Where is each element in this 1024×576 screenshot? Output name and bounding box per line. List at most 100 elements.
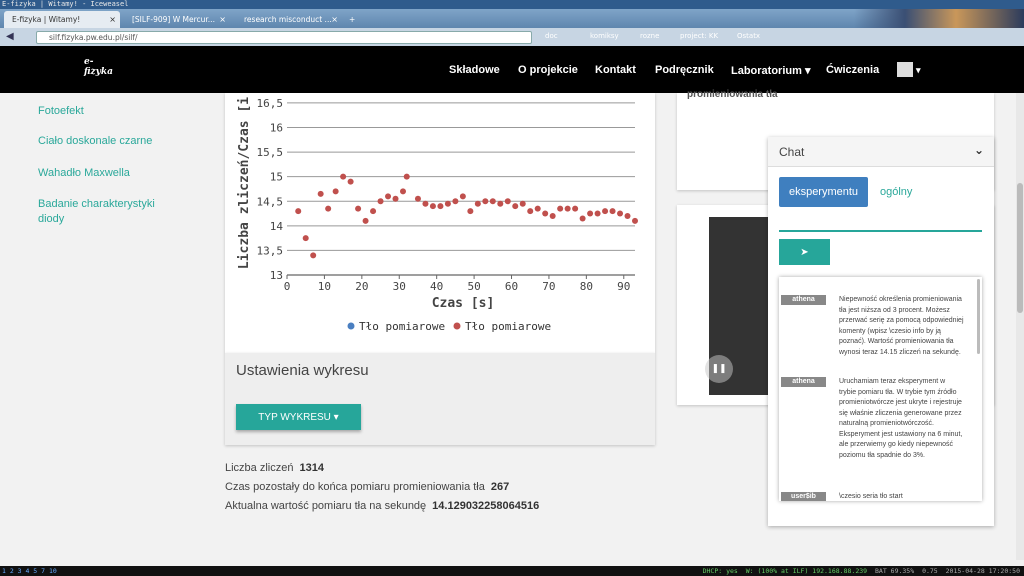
page-scrollbar[interactable] [1016, 93, 1024, 560]
x-tick-label: 20 [355, 280, 368, 293]
sidebar-item-dioda[interactable]: Badanie charakterystyki diody [38, 197, 168, 227]
nav-kontakt[interactable]: Kontakt [595, 64, 636, 76]
data-point[interactable] [527, 208, 534, 215]
chat-tab-experiment[interactable]: eksperymentu [779, 177, 868, 207]
data-point[interactable] [489, 198, 496, 205]
data-point[interactable] [317, 190, 324, 197]
chart-type-button[interactable]: TYP WYKRESU ▾ [236, 404, 361, 430]
chat-scrollbar[interactable] [977, 279, 980, 354]
data-point[interactable] [370, 208, 377, 215]
nav-podrecznik[interactable]: Podręcznik [655, 64, 714, 76]
data-point[interactable] [310, 252, 317, 259]
bookmark-doc[interactable]: doc [545, 32, 558, 40]
data-point[interactable] [422, 200, 429, 207]
system-statusbar: 1 2 3 4 5 7 10 DHCP: yes W: (100% at ILF… [0, 566, 1024, 576]
status-load: 0.75 [922, 567, 938, 575]
site-logo[interactable]: e-fizyka [84, 57, 114, 77]
send-button[interactable]: ➤ [779, 239, 830, 265]
data-point[interactable] [474, 200, 481, 207]
bookmark-project[interactable]: project: KK [680, 32, 718, 40]
y-tick-label: 15,5 [257, 146, 284, 159]
sidebar-item-cialo-doskonale[interactable]: Ciało doskonale czarne [38, 134, 168, 149]
data-point[interactable] [594, 210, 601, 217]
url-field[interactable]: silf.fizyka.pw.edu.pl/silf/ [36, 31, 532, 44]
y-axis-label: Liczba zliczeń/Czas [i [237, 97, 252, 269]
data-point[interactable] [385, 193, 392, 200]
sidebar-item-wahadlo[interactable]: Wahadło Maxwella [38, 166, 168, 181]
sidebar-item-fotoefekt[interactable]: Fotoefekt [38, 104, 168, 119]
data-point[interactable] [459, 193, 466, 200]
user-menu-caret[interactable]: ▾ [916, 65, 921, 76]
data-point[interactable] [392, 195, 399, 202]
chat-messages[interactable]: athena Niepewność określenia promieniowa… [779, 277, 982, 501]
legend-marker [347, 322, 355, 330]
tab-efizyka[interactable]: E-fizyka | Witamy! × [4, 11, 120, 28]
nav-skladowe[interactable]: Składowe [449, 64, 500, 76]
tab-research[interactable]: research misconduct ... × [236, 11, 342, 28]
new-tab-button[interactable]: + [346, 11, 360, 28]
data-point[interactable] [624, 213, 631, 219]
tab-silf[interactable]: [SILF-909] W Mercur... × [124, 11, 230, 28]
stat-remaining: Czas pozostały do końca pomiaru promieni… [225, 481, 509, 493]
stat-current: Aktualna wartość pomiaru tła na sekundę 1… [225, 500, 539, 512]
nav-o-projekcie[interactable]: O projekcie [518, 64, 578, 76]
close-icon[interactable]: × [219, 11, 226, 28]
data-point[interactable] [534, 205, 541, 212]
data-point[interactable] [482, 198, 489, 205]
data-point[interactable] [564, 205, 571, 212]
x-tick-label: 10 [318, 280, 331, 293]
data-point[interactable] [437, 203, 444, 210]
window-title: E-fizyka | Witamy! - Iceweasel [0, 0, 1024, 9]
back-icon[interactable]: ◀ [6, 31, 14, 42]
close-icon[interactable]: × [331, 11, 338, 28]
data-point[interactable] [542, 210, 549, 217]
data-point[interactable] [400, 188, 406, 195]
data-point[interactable] [497, 200, 504, 207]
data-point[interactable] [403, 173, 410, 180]
data-point[interactable] [377, 198, 384, 205]
data-point[interactable] [355, 205, 362, 212]
data-point[interactable] [444, 200, 451, 207]
nav-laboratorium[interactable]: Laboratorium ▾ [731, 64, 810, 77]
data-point[interactable] [452, 198, 459, 205]
chevron-down-icon[interactable]: ⌄ [974, 143, 984, 157]
data-point[interactable] [549, 213, 556, 219]
data-point[interactable] [632, 217, 638, 224]
data-point[interactable] [504, 198, 511, 205]
close-icon[interactable]: × [109, 11, 116, 28]
data-point[interactable] [429, 203, 436, 210]
data-point[interactable] [347, 178, 354, 185]
data-point[interactable] [302, 235, 309, 242]
data-point[interactable] [325, 205, 332, 212]
legend-label[interactable]: Tło pomiarowe [359, 320, 445, 333]
data-point[interactable] [295, 208, 302, 215]
chat-tab-general[interactable]: ogólny [880, 186, 912, 198]
data-point[interactable] [587, 210, 594, 217]
data-point[interactable] [557, 205, 564, 212]
data-point[interactable] [572, 205, 579, 212]
legend-label[interactable]: Tło pomiarowe [465, 320, 551, 333]
data-point[interactable] [414, 195, 421, 202]
avatar[interactable] [897, 62, 913, 77]
data-point[interactable] [467, 208, 474, 215]
chat-panel: Chat ⌄ eksperymentu ogólny ➤ athena Niep… [768, 137, 994, 526]
data-point[interactable] [617, 210, 624, 217]
data-point[interactable] [579, 215, 586, 222]
bookmark-komiksy[interactable]: komiksy [590, 32, 619, 40]
data-point[interactable] [602, 208, 609, 215]
workspace-list[interactable]: 1 2 3 4 5 7 10 [2, 566, 57, 576]
data-point[interactable] [340, 173, 347, 180]
nav-cwiczenia[interactable]: Ćwiczenia [826, 64, 879, 76]
chat-input[interactable] [779, 215, 982, 232]
bookmark-ostatx[interactable]: Ostatx [737, 32, 760, 40]
bookmark-rozne[interactable]: rozne [640, 32, 659, 40]
data-point[interactable] [609, 208, 616, 215]
pause-icon[interactable]: ❚❚ [705, 355, 733, 383]
scrollbar-thumb[interactable] [1017, 183, 1023, 313]
data-point[interactable] [519, 200, 526, 207]
data-point[interactable] [512, 203, 519, 210]
data-point[interactable] [362, 217, 369, 224]
chat-header[interactable]: Chat ⌄ [768, 137, 994, 167]
stat-label: Czas pozostały do końca pomiaru promieni… [225, 481, 485, 493]
data-point[interactable] [332, 188, 339, 195]
